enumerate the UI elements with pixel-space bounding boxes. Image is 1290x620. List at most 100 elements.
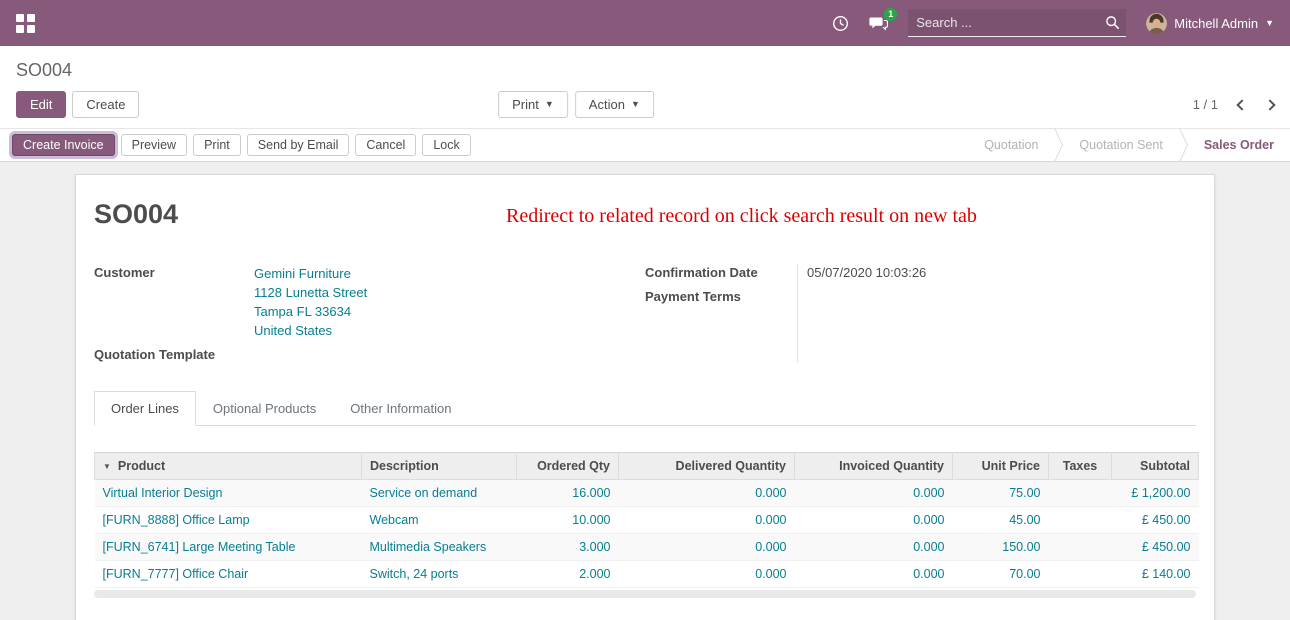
cell-taxes — [1049, 534, 1112, 561]
customer-street: 1128 Lunetta Street — [254, 283, 645, 302]
field-groups: Customer Gemini Furniture 1128 Lunetta S… — [94, 264, 1196, 363]
cell-invoiced-qty: 0.000 — [795, 534, 953, 561]
cell-taxes — [1049, 507, 1112, 534]
tab-order-lines[interactable]: Order Lines — [94, 391, 196, 426]
cell-delivered-qty: 0.000 — [619, 480, 795, 507]
search-input[interactable] — [914, 9, 1105, 36]
search-icon[interactable] — [1105, 15, 1120, 30]
pager-previous-icon[interactable] — [1236, 99, 1247, 110]
cell-unit-price: 75.00 — [953, 480, 1049, 507]
lock-button[interactable]: Lock — [422, 134, 470, 156]
cell-subtotal: £ 450.00 — [1112, 534, 1199, 561]
stage-sales-order[interactable]: Sales Order — [1188, 129, 1290, 161]
header-invoiced-qty[interactable]: Invoiced Quantity — [795, 453, 953, 480]
table-row[interactable]: [FURN_6741] Large Meeting Table Multimed… — [95, 534, 1199, 561]
breadcrumb: SO004 — [0, 46, 1290, 83]
action-label: Action — [589, 97, 625, 112]
edit-button[interactable]: Edit — [16, 91, 66, 118]
cell-invoiced-qty: 0.000 — [795, 507, 953, 534]
table-header-row: ▼Product Description Ordered Qty Deliver… — [95, 453, 1199, 480]
customer-link[interactable]: Gemini Furniture 1128 Lunetta Street Tam… — [254, 264, 645, 340]
cell-unit-price: 150.00 — [953, 534, 1049, 561]
payment-terms-value[interactable] — [807, 288, 1196, 312]
stage-quotation-sent[interactable]: Quotation Sent — [1063, 129, 1178, 161]
cell-taxes — [1049, 561, 1112, 588]
cell-ordered-qty: 3.000 — [517, 534, 619, 561]
cell-taxes — [1049, 480, 1112, 507]
pager: 1 / 1 — [1193, 97, 1274, 112]
cell-unit-price: 70.00 — [953, 561, 1049, 588]
chevron-separator-icon — [1054, 129, 1063, 161]
chevron-down-icon: ▼ — [545, 100, 554, 109]
send-by-email-button[interactable]: Send by Email — [247, 134, 350, 156]
stage-quotation[interactable]: Quotation — [968, 129, 1054, 161]
print-label: Print — [512, 97, 539, 112]
print-button[interactable]: Print — [193, 134, 241, 156]
user-caret-icon: ▼ — [1265, 18, 1274, 28]
header-description[interactable]: Description — [362, 453, 517, 480]
cell-delivered-qty: 0.000 — [619, 561, 795, 588]
control-panel: Edit Create Print ▼ Action ▼ 1 / 1 — [0, 83, 1290, 128]
pager-counter: 1 / 1 — [1193, 97, 1218, 112]
chevron-down-icon: ▼ — [631, 100, 640, 109]
header-delivered-qty[interactable]: Delivered Quantity — [619, 453, 795, 480]
table-row[interactable]: [FURN_8888] Office Lamp Webcam 10.000 0.… — [95, 507, 1199, 534]
statusbar: Create Invoice Preview Print Send by Ema… — [0, 128, 1290, 162]
quotation-template-label: Quotation Template — [94, 346, 254, 363]
header-ordered-qty[interactable]: Ordered Qty — [517, 453, 619, 480]
order-lines-table: ▼Product Description Ordered Qty Deliver… — [94, 452, 1199, 588]
user-name: Mitchell Admin — [1174, 16, 1258, 31]
apps-menu-icon[interactable] — [16, 12, 38, 34]
cell-product: Virtual Interior Design — [95, 480, 362, 507]
status-pipeline: Quotation Quotation Sent Sales Order — [968, 129, 1290, 161]
horizontal-scrollbar[interactable] — [94, 590, 1196, 598]
cell-delivered-qty: 0.000 — [619, 534, 795, 561]
sale-order-sheet: SO004 Redirect to related record on clic… — [75, 174, 1215, 620]
activities-clock-icon[interactable] — [832, 15, 849, 32]
top-navbar: 1 Mitchell Admin ▼ — [0, 0, 1290, 46]
sort-caret-icon[interactable]: ▼ — [103, 462, 111, 471]
avatar — [1146, 13, 1167, 34]
cell-description: Service on demand — [362, 480, 517, 507]
confirmation-date-value: 05/07/2020 10:03:26 — [807, 264, 1196, 288]
cell-subtotal: £ 1,200.00 — [1112, 480, 1199, 507]
table-row[interactable]: Virtual Interior Design Service on deman… — [95, 480, 1199, 507]
notebook-tabs: Order Lines Optional Products Other Info… — [94, 391, 1196, 426]
header-unit-price[interactable]: Unit Price — [953, 453, 1049, 480]
cancel-button[interactable]: Cancel — [355, 134, 416, 156]
create-invoice-button[interactable]: Create Invoice — [12, 134, 115, 156]
tab-optional-products[interactable]: Optional Products — [196, 391, 333, 426]
preview-button[interactable]: Preview — [121, 134, 187, 156]
cell-description: Webcam — [362, 507, 517, 534]
messages-chat-icon[interactable]: 1 — [869, 15, 888, 32]
tab-other-information[interactable]: Other Information — [333, 391, 468, 426]
navbar-search — [908, 9, 1126, 37]
confirmation-date-label: Confirmation Date — [645, 264, 797, 288]
breadcrumb-title: SO004 — [16, 60, 1274, 81]
action-dropdown-button[interactable]: Action ▼ — [575, 91, 654, 118]
user-menu[interactable]: Mitchell Admin ▼ — [1146, 13, 1274, 34]
customer-country: United States — [254, 321, 645, 340]
header-subtotal[interactable]: Subtotal — [1112, 453, 1199, 480]
customer-label: Customer — [94, 264, 254, 281]
messages-count-badge: 1 — [884, 8, 897, 21]
create-button[interactable]: Create — [72, 91, 139, 118]
cell-delivered-qty: 0.000 — [619, 507, 795, 534]
cell-description: Multimedia Speakers — [362, 534, 517, 561]
chevron-separator-icon — [1179, 129, 1188, 161]
cell-unit-price: 45.00 — [953, 507, 1049, 534]
form-view-content: SO004 Redirect to related record on clic… — [0, 162, 1290, 620]
cell-subtotal: £ 450.00 — [1112, 507, 1199, 534]
pager-next-icon[interactable] — [1264, 99, 1275, 110]
cell-ordered-qty: 2.000 — [517, 561, 619, 588]
payment-terms-label: Payment Terms — [645, 288, 797, 312]
table-row[interactable]: [FURN_7777] Office Chair Switch, 24 port… — [95, 561, 1199, 588]
cell-invoiced-qty: 0.000 — [795, 561, 953, 588]
cell-ordered-qty: 10.000 — [517, 507, 619, 534]
header-product[interactable]: ▼Product — [95, 453, 362, 480]
cell-product: [FURN_6741] Large Meeting Table — [95, 534, 362, 561]
annotation-text: Redirect to related record on click sear… — [506, 205, 977, 228]
print-dropdown-button[interactable]: Print ▼ — [498, 91, 568, 118]
header-taxes[interactable]: Taxes — [1049, 453, 1112, 480]
cell-product: [FURN_8888] Office Lamp — [95, 507, 362, 534]
